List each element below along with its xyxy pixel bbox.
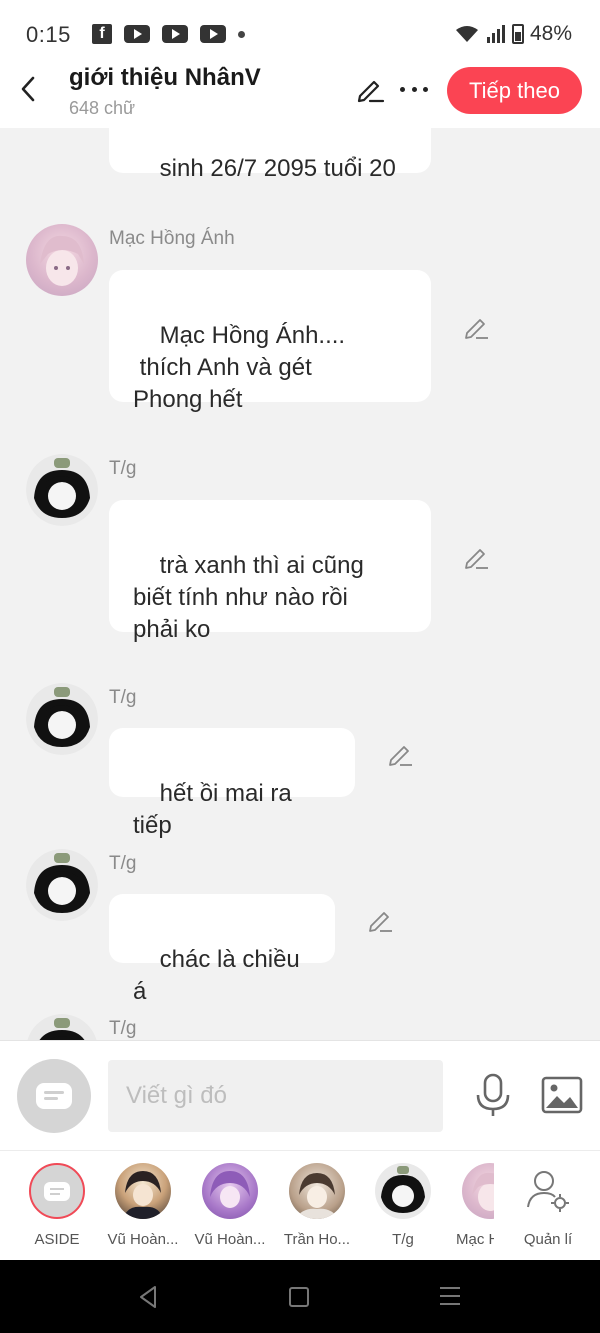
message-bubble[interactable]: hết ồi mai ra tiếp	[109, 728, 355, 839]
more-options-button[interactable]	[400, 74, 428, 104]
microphone-icon	[476, 1073, 510, 1116]
avatar	[115, 1163, 171, 1219]
character-name: Vũ Hoàn...	[107, 1231, 179, 1248]
battery-percent: 48%	[529, 22, 572, 45]
message-text: chác là chiều á	[133, 946, 307, 1005]
character-item[interactable]: Vũ Hoàn...	[186, 1163, 274, 1253]
character-name: T/g	[392, 1231, 414, 1248]
message-text: trà xanh thì ai cũng biết tính như nào r…	[133, 552, 364, 643]
character-item[interactable]: Vũ Hoàn...	[99, 1163, 187, 1253]
chevron-left-icon	[21, 76, 35, 102]
message-bubble[interactable]: Mạc Hồng Ánh.... thích Anh và gét Phong …	[109, 270, 431, 413]
system-icons: 48%	[454, 22, 572, 46]
avatar	[375, 1163, 431, 1219]
message-text: Mạc Hồng Ánh.... thích Anh và gét Phong …	[133, 322, 346, 413]
nav-back-icon[interactable]	[137, 1285, 159, 1309]
message-text: hết ồi mai ra tiếp	[133, 780, 299, 839]
story-header: giới thiệu NhânV 648 chữ Tiếp theo	[0, 62, 600, 128]
character-item[interactable]: Trần Ho...	[273, 1163, 361, 1253]
user-settings-icon	[527, 1171, 569, 1212]
message-bubble[interactable]: sinh 26/7 2095 tuổi 20	[109, 128, 431, 182]
next-button[interactable]: Tiếp theo	[447, 67, 582, 114]
manage-label: Quản lí	[523, 1231, 573, 1248]
character-bar: ASIDE Vũ Hoàn... Vũ Hoàn... Trần Ho... T…	[0, 1150, 600, 1260]
avatar[interactable]	[26, 683, 98, 755]
character-name: Vũ Hoàn...	[194, 1231, 266, 1248]
word-count: 648 chữ	[69, 98, 136, 118]
compose-bar	[0, 1040, 600, 1150]
character-aside[interactable]: ASIDE	[13, 1163, 101, 1253]
youtube-icon	[200, 25, 226, 43]
aside-toggle-button[interactable]	[17, 1059, 91, 1133]
microphone-button[interactable]	[473, 1073, 513, 1119]
sender-name: T/g	[109, 853, 137, 874]
facebook-icon: f	[92, 24, 112, 44]
edit-message-icon[interactable]	[368, 907, 394, 933]
image-button[interactable]	[541, 1076, 583, 1114]
avatar[interactable]	[26, 454, 98, 526]
wifi-icon	[455, 26, 478, 42]
signal-icon	[486, 25, 505, 43]
avatar	[202, 1163, 258, 1219]
message-text: sinh 26/7 2095 tuổi 20	[159, 155, 396, 182]
more-notifications-icon	[238, 30, 245, 38]
edit-title-button[interactable]	[355, 74, 385, 104]
status-bar: 0:15 f 48%	[0, 0, 600, 62]
message-input[interactable]	[108, 1060, 443, 1132]
avatar	[289, 1163, 345, 1219]
avatar[interactable]	[26, 849, 98, 921]
sender-name: T/g	[109, 1018, 137, 1039]
avatar	[462, 1163, 494, 1219]
chat-thread[interactable]: sinh 26/7 2095 tuổi 20 Mạc Hồng Ánh Mạc …	[0, 128, 600, 1040]
status-time: 0:15	[26, 22, 71, 47]
avatar[interactable]	[26, 224, 98, 296]
sender-name: T/g	[109, 458, 137, 479]
character-name: Trần Ho...	[283, 1231, 351, 1248]
message-bubble[interactable]: trà xanh thì ai cũng biết tính như nào r…	[109, 500, 431, 643]
character-item[interactable]: Mạc H	[446, 1163, 494, 1253]
edit-message-icon[interactable]	[464, 544, 490, 570]
back-button[interactable]	[16, 72, 40, 106]
aside-icon	[29, 1163, 85, 1219]
edit-message-icon[interactable]	[388, 741, 414, 767]
aside-icon	[36, 1083, 72, 1109]
system-navigation-bar	[0, 1260, 600, 1333]
character-item[interactable]: T/g	[359, 1163, 447, 1253]
youtube-icon	[124, 25, 150, 43]
sender-name: Mạc Hồng Ánh	[109, 228, 235, 249]
nav-home-icon[interactable]	[289, 1287, 309, 1307]
sender-name: T/g	[109, 687, 137, 708]
youtube-icon	[162, 25, 188, 43]
character-name: Mạc H	[456, 1231, 494, 1248]
page-title: giới thiệu NhânV	[69, 64, 261, 91]
edit-message-icon[interactable]	[464, 314, 490, 340]
manage-characters-button[interactable]: Quản lí	[516, 1163, 580, 1253]
message-bubble[interactable]: chác là chiều á	[109, 894, 335, 1005]
image-icon	[541, 1076, 583, 1114]
battery-icon	[511, 24, 524, 44]
nav-menu-icon[interactable]	[440, 1287, 460, 1307]
avatar[interactable]	[26, 1014, 98, 1040]
character-name: ASIDE	[34, 1231, 80, 1248]
pencil-icon	[357, 80, 385, 103]
notification-icons: f	[92, 24, 245, 44]
